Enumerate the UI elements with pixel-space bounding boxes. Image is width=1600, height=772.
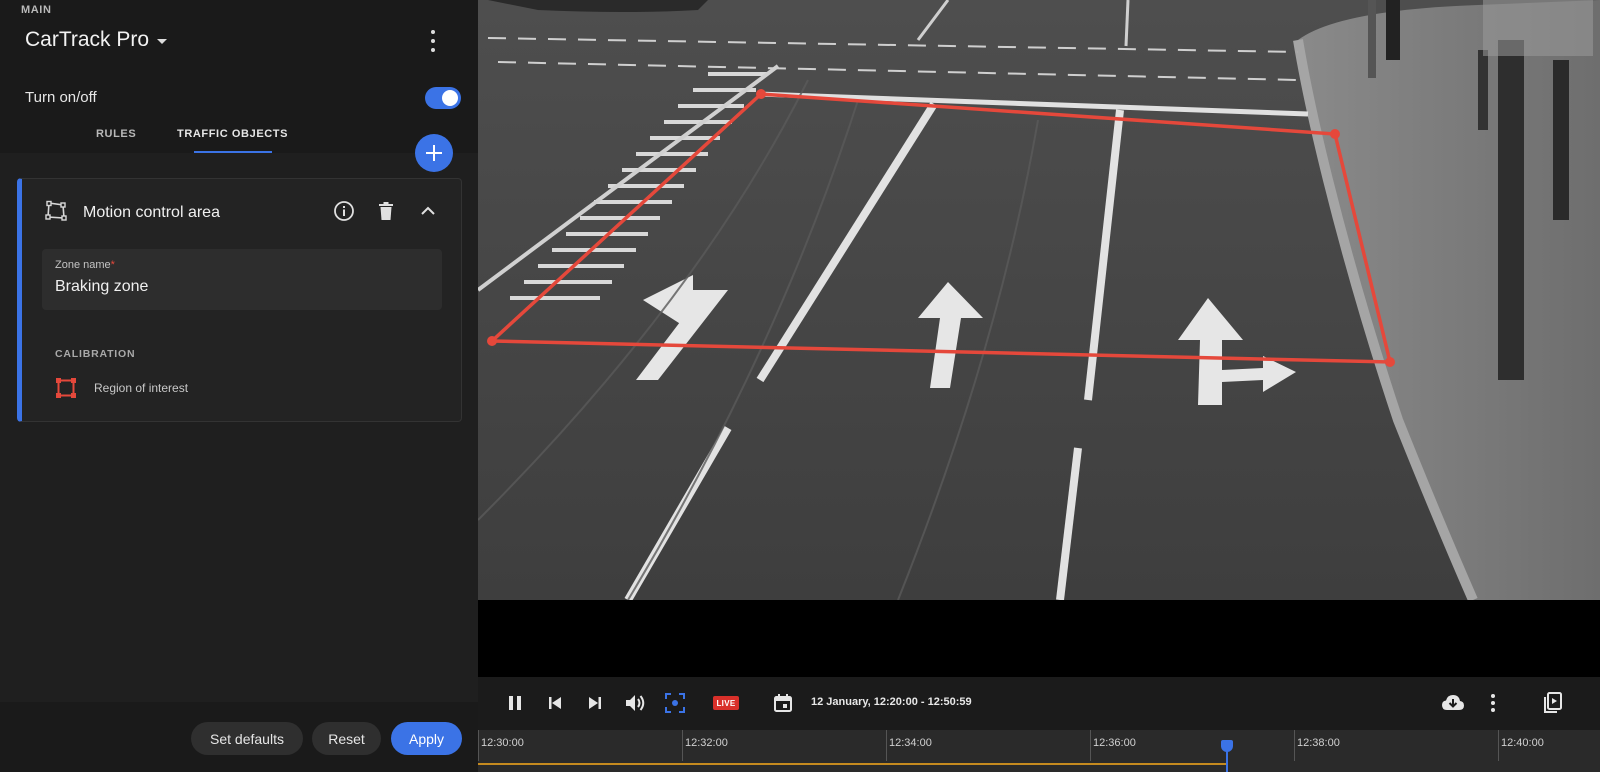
roi-label: Region of interest bbox=[94, 381, 189, 395]
calendar-icon[interactable] bbox=[770, 690, 796, 716]
app-title: CarTrack Pro bbox=[25, 28, 150, 51]
download-cloud-icon[interactable] bbox=[1440, 690, 1466, 716]
video-frame[interactable] bbox=[478, 0, 1600, 600]
tab-rules[interactable]: RULES bbox=[96, 128, 136, 140]
region-of-interest-item[interactable]: Region of interest bbox=[55, 377, 188, 399]
timeline-tick bbox=[1294, 730, 1295, 761]
apply-button[interactable]: Apply bbox=[391, 722, 462, 755]
timeline-tick bbox=[478, 730, 479, 761]
export-clip-icon[interactable] bbox=[1540, 690, 1566, 716]
panel-header: CarTrack Pro Turn on/off MAIN RULES TRAF… bbox=[0, 0, 478, 153]
panel-footer: Set defaults Reset Apply bbox=[0, 702, 478, 772]
info-icon[interactable] bbox=[332, 199, 356, 223]
timeline-tick bbox=[682, 730, 683, 761]
roi-icon bbox=[56, 378, 76, 398]
video-letterbox bbox=[478, 600, 1600, 677]
add-object-button[interactable] bbox=[415, 134, 453, 172]
road-scene bbox=[478, 0, 1600, 600]
focus-frame-icon[interactable] bbox=[662, 690, 688, 716]
toggle-label: Turn on/off bbox=[25, 89, 97, 106]
settings-panel: CarTrack Pro Turn on/off MAIN RULES TRAF… bbox=[0, 0, 478, 772]
timeline-tick-label: 12:40:00 bbox=[1501, 737, 1544, 749]
app-window: CarTrack Pro Turn on/off MAIN RULES TRAF… bbox=[0, 0, 1600, 772]
volume-icon[interactable] bbox=[622, 690, 648, 716]
active-tab-indicator bbox=[194, 151, 272, 153]
timeline-tick bbox=[1090, 730, 1091, 761]
playhead-handle[interactable] bbox=[1221, 740, 1233, 752]
tab-traffic-objects[interactable]: TRAFFIC OBJECTS bbox=[177, 128, 288, 140]
zone-name-value[interactable]: Braking zone bbox=[55, 278, 148, 296]
date-range: 12 January, 12:20:00 - 12:50:59 bbox=[811, 696, 972, 708]
player-controls: LIVE 12 January, 12:20:00 - 12:50:59 bbox=[478, 677, 1600, 730]
more-vert-icon[interactable] bbox=[425, 30, 441, 52]
timeline-tick-label: 12:32:00 bbox=[685, 737, 728, 749]
timeline[interactable]: 12:30:00 12:32:00 12:34:00 12:36:00 12:3… bbox=[478, 730, 1600, 772]
enable-toggle[interactable] bbox=[425, 87, 461, 109]
calibration-label: CALIBRATION bbox=[55, 348, 136, 360]
timeline-tick bbox=[886, 730, 887, 761]
tab-main[interactable]: MAIN bbox=[21, 4, 52, 16]
set-defaults-button[interactable]: Set defaults bbox=[191, 722, 303, 755]
reset-button[interactable]: Reset bbox=[312, 722, 381, 755]
delete-icon[interactable] bbox=[374, 199, 398, 223]
timeline-tick-label: 12:30:00 bbox=[481, 737, 524, 749]
zone-name-field[interactable]: Zone name* Braking zone bbox=[42, 249, 442, 310]
card-actions bbox=[332, 199, 440, 223]
timeline-tick-label: 12:38:00 bbox=[1297, 737, 1340, 749]
chevron-up-icon[interactable] bbox=[416, 199, 440, 223]
skip-previous-icon[interactable] bbox=[542, 690, 568, 716]
toggle-knob bbox=[442, 90, 458, 106]
timeline-tick-label: 12:34:00 bbox=[889, 737, 932, 749]
skip-next-icon[interactable] bbox=[582, 690, 608, 716]
timeline-progress bbox=[478, 763, 1226, 765]
more-vert-player-icon[interactable] bbox=[1480, 690, 1506, 716]
card-title: Motion control area bbox=[83, 204, 220, 221]
polygon-area-icon bbox=[45, 200, 67, 221]
app-title-dropdown[interactable]: CarTrack Pro bbox=[25, 28, 168, 52]
live-badge[interactable]: LIVE bbox=[713, 696, 739, 710]
timeline-tick-label: 12:36:00 bbox=[1093, 737, 1136, 749]
zone-name-label: Zone name* bbox=[55, 259, 115, 271]
caret-down-icon bbox=[157, 38, 168, 44]
traffic-object-card: Motion control area Zone name* Braking z… bbox=[17, 178, 462, 422]
pause-icon[interactable] bbox=[502, 690, 528, 716]
timeline-tick bbox=[1498, 730, 1499, 761]
